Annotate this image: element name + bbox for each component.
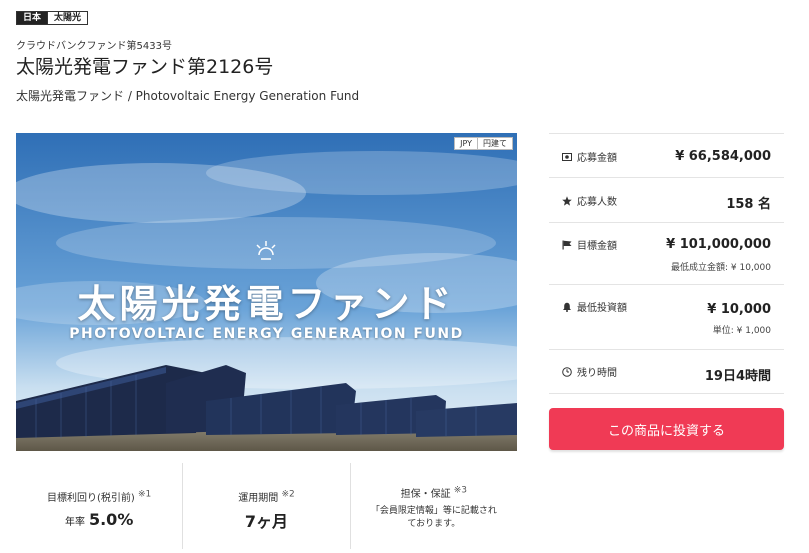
stat-time-remaining: 残り時間 19日4時間 xyxy=(549,350,784,394)
feature-note-line: ております。 xyxy=(407,519,461,529)
hero-image: JPY 円建て 太陽光発電ファンド PHOTOVOLTAIC ENERGY GE… xyxy=(16,133,517,451)
invest-button[interactable]: この商品に投資する xyxy=(549,408,784,450)
feature-note-line: 「会員限定情報」等に記載され xyxy=(370,506,497,516)
feature-label: 目標利回り(税引前) xyxy=(47,493,135,504)
feature-prefix: 年率 xyxy=(64,517,85,528)
hero-subtitle: PHOTOVOLTAIC ENERGY GENERATION FUND xyxy=(69,326,464,342)
feature-note: 「会員限定情報」等に記載され ております。 xyxy=(351,505,517,531)
footnote-mark: ※2 xyxy=(281,489,295,500)
stat-applied-amount: 応募金額 ¥ 66,584,000 xyxy=(549,134,784,178)
currency-badges: JPY 円建て xyxy=(454,137,513,150)
feature-label: 運用期間 xyxy=(238,493,279,504)
feature-target-yield: 目標利回り(税引前) ※1 年率 5.0% xyxy=(16,463,182,549)
fund-features: 目標利回り(税引前) ※1 年率 5.0% 運用期間 ※2 7ヶ月 担保・保証 ※… xyxy=(16,463,517,549)
bell-icon xyxy=(563,302,571,312)
stat-value: ¥ 10,000 xyxy=(707,302,771,317)
fund-stats-panel: 応募金額 ¥ 66,584,000 応募人数 158 名 目標金額 ¥ 101,… xyxy=(549,133,784,394)
stat-target-amount: 目標金額 ¥ 101,000,000 最低成立金額: ¥ 10,000 xyxy=(549,223,784,285)
stat-value: ¥ 101,000,000 xyxy=(666,237,771,252)
hero-title: 太陽光発電ファンド xyxy=(77,282,456,326)
clock-icon xyxy=(562,366,572,377)
feature-label: 担保・保証 xyxy=(400,489,451,500)
currency-type-badge: 円建て xyxy=(478,137,513,150)
stat-label: 応募金額 xyxy=(577,153,617,164)
stat-note: 最低成立金額: ¥ 10,000 xyxy=(671,263,771,273)
feature-value: 5.0% xyxy=(88,510,134,529)
page-title: 太陽光発電ファンド第2126号 xyxy=(16,56,274,78)
star-icon xyxy=(562,195,572,206)
feature-value: 7ヶ月 xyxy=(244,512,289,531)
stat-value: 19日4時間 xyxy=(704,369,771,384)
feature-operation-period: 運用期間 ※2 7ヶ月 xyxy=(182,463,349,549)
fund-number-label: クラウドバンクファンド第5433号 xyxy=(16,41,172,52)
category-tags: 日本 太陽光 xyxy=(16,11,89,25)
stat-label: 目標金額 xyxy=(577,241,617,252)
stat-value: ¥ 66,584,000 xyxy=(675,149,771,164)
tag-category: 太陽光 xyxy=(48,11,89,25)
stat-min-investment: 最低投資額 ¥ 10,000 単位: ¥ 1,000 xyxy=(549,285,784,350)
currency-badge: JPY xyxy=(454,137,478,150)
footnote-mark: ※1 xyxy=(138,489,152,500)
money-icon xyxy=(562,152,572,161)
stat-label: 応募人数 xyxy=(577,197,617,208)
fund-description: 太陽光発電ファンド / Photovoltaic Energy Generati… xyxy=(16,89,360,103)
stat-label: 最低投資額 xyxy=(577,303,627,314)
flag-icon xyxy=(562,240,572,249)
tag-region: 日本 xyxy=(16,11,49,25)
footnote-mark: ※3 xyxy=(453,485,468,496)
stat-note: 単位: ¥ 1,000 xyxy=(712,326,771,336)
stat-label: 残り時間 xyxy=(577,368,617,379)
stat-applicants: 応募人数 158 名 xyxy=(549,178,784,223)
stat-value: 158 名 xyxy=(726,197,771,212)
feature-collateral: 担保・保証 ※3 「会員限定情報」等に記載され ております。 xyxy=(349,463,517,549)
